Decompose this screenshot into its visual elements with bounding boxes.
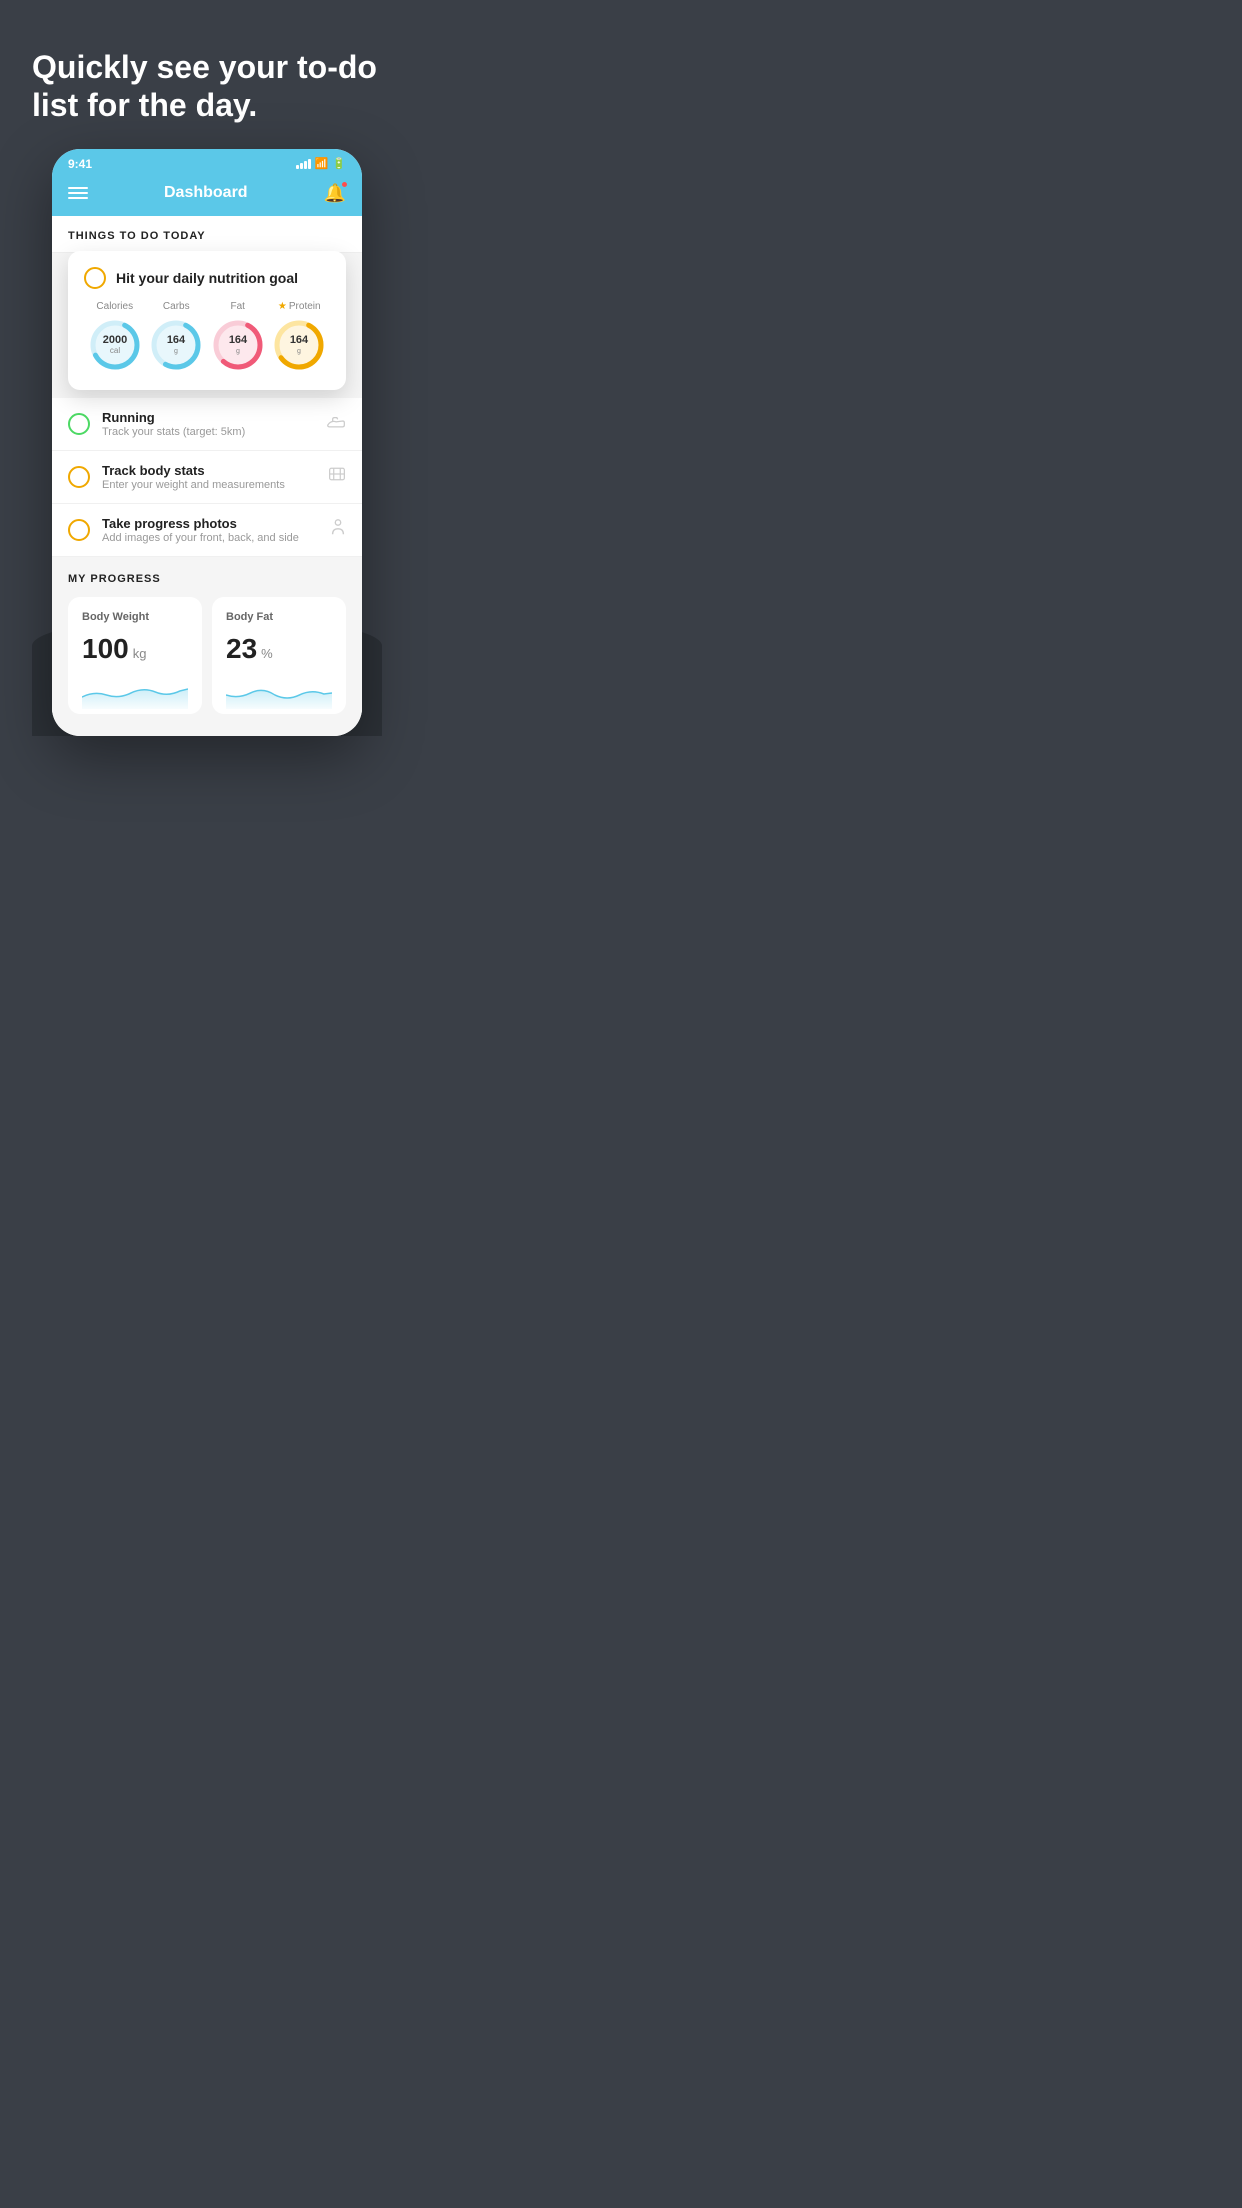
nutrition-circles: Calories 2000 cal (84, 301, 330, 374)
nutrition-fat[interactable]: Fat 164 g (209, 301, 267, 374)
nutrition-card: Hit your daily nutrition goal Calories (68, 251, 346, 390)
progress-header: MY PROGRESS (68, 573, 346, 585)
photos-content: Take progress photos Add images of your … (102, 516, 318, 544)
svg-text:164: 164 (290, 334, 309, 346)
progress-cards: Body Weight 100 kg (68, 597, 346, 714)
body-fat-unit: % (261, 646, 273, 661)
body-fat-wave (226, 677, 332, 709)
menu-button[interactable] (68, 187, 88, 199)
hero-section: Quickly see your to-do list for the day. (0, 0, 414, 149)
svg-text:g: g (297, 348, 301, 355)
notification-dot (341, 181, 348, 188)
body-stats-subtitle: Enter your weight and measurements (102, 479, 316, 491)
nutrition-card-header: Hit your daily nutrition goal (84, 267, 330, 289)
running-check[interactable] (68, 413, 90, 435)
app-content: THINGS TO DO TODAY Hit your daily nutrit… (52, 216, 362, 736)
body-weight-card[interactable]: Body Weight 100 kg (68, 597, 202, 714)
body-stats-check[interactable] (68, 466, 90, 488)
nav-title: Dashboard (164, 184, 248, 202)
body-fat-value-row: 23 % (226, 633, 332, 665)
photos-check[interactable] (68, 519, 90, 541)
todo-body-stats[interactable]: Track body stats Enter your weight and m… (52, 451, 362, 504)
fat-label: Fat (231, 301, 245, 312)
running-title: Running (102, 410, 314, 425)
carbs-label: Carbs (163, 301, 190, 312)
body-weight-value-row: 100 kg (82, 633, 188, 665)
body-fat-card[interactable]: Body Fat 23 % (212, 597, 346, 714)
svg-text:2000: 2000 (103, 334, 127, 346)
running-content: Running Track your stats (target: 5km) (102, 410, 314, 438)
wifi-icon: 📶 (315, 157, 329, 170)
fat-ring: 164 g (209, 316, 267, 374)
calories-ring: 2000 cal (86, 316, 144, 374)
scale-icon (328, 465, 346, 488)
hero-title: Quickly see your to-do list for the day. (32, 48, 382, 125)
nav-bar: Dashboard 🔔 (52, 175, 362, 216)
shoe-icon (326, 413, 346, 434)
photos-subtitle: Add images of your front, back, and side (102, 532, 318, 544)
carbs-ring: 164 g (147, 316, 205, 374)
time-display: 9:41 (68, 157, 92, 171)
signal-icon (296, 159, 311, 169)
running-subtitle: Track your stats (target: 5km) (102, 426, 314, 438)
svg-text:164: 164 (229, 334, 248, 346)
todo-photos[interactable]: Take progress photos Add images of your … (52, 504, 362, 557)
body-weight-value: 100 (82, 633, 129, 665)
body-fat-value: 23 (226, 633, 257, 665)
phone-frame: 9:41 📶 🔋 Dashboard (52, 149, 362, 736)
body-fat-title: Body Fat (226, 611, 332, 623)
nutrition-title: Hit your daily nutrition goal (116, 270, 298, 286)
svg-text:cal: cal (110, 346, 120, 355)
svg-text:164: 164 (167, 334, 186, 346)
svg-text:g: g (236, 348, 240, 355)
svg-text:g: g (174, 348, 178, 355)
phone-container: 9:41 📶 🔋 Dashboard (52, 149, 362, 736)
notification-button[interactable]: 🔔 (324, 183, 346, 204)
nutrition-protein[interactable]: ★ Protein 164 g (270, 301, 328, 374)
protein-label: ★ Protein (278, 301, 321, 312)
nutrition-check-circle[interactable] (84, 267, 106, 289)
progress-section: MY PROGRESS Body Weight 100 kg (52, 557, 362, 714)
calories-label: Calories (96, 301, 133, 312)
things-todo-header: THINGS TO DO TODAY (52, 216, 362, 253)
nutrition-carbs[interactable]: Carbs 164 g (147, 301, 205, 374)
phone-wrapper: 9:41 📶 🔋 Dashboard (0, 149, 414, 776)
body-stats-content: Track body stats Enter your weight and m… (102, 463, 316, 491)
person-icon (330, 518, 346, 541)
todo-list: Running Track your stats (target: 5km) (52, 398, 362, 557)
status-bar: 9:41 📶 🔋 (52, 149, 362, 175)
star-icon: ★ (278, 301, 287, 312)
nutrition-calories[interactable]: Calories 2000 cal (86, 301, 144, 374)
protein-ring: 164 g (270, 316, 328, 374)
photos-title: Take progress photos (102, 516, 318, 531)
body-weight-wave (82, 677, 188, 709)
body-weight-title: Body Weight (82, 611, 188, 623)
body-weight-unit: kg (133, 646, 147, 661)
status-icons: 📶 🔋 (296, 157, 346, 170)
todo-running[interactable]: Running Track your stats (target: 5km) (52, 398, 362, 451)
battery-icon: 🔋 (332, 157, 346, 170)
body-stats-title: Track body stats (102, 463, 316, 478)
